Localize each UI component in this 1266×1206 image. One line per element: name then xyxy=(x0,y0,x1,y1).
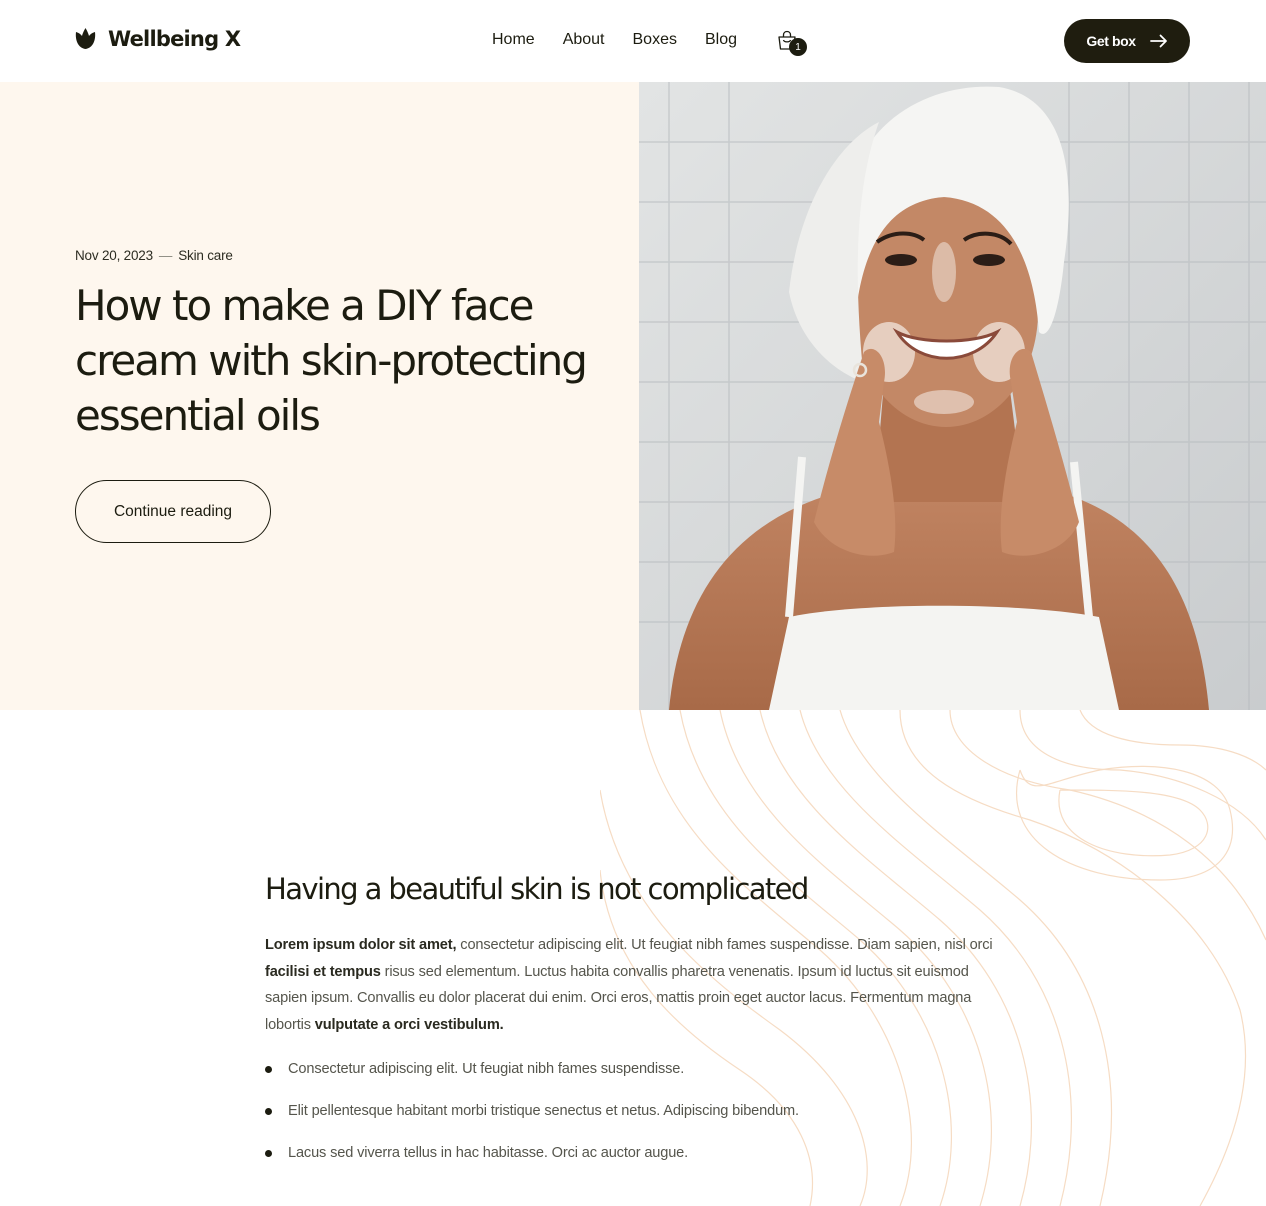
cart-count-badge: 1 xyxy=(789,38,807,56)
bullet-list: Consectetur adipiscing elit. Ut feugiat … xyxy=(265,1056,1005,1182)
nav-blog[interactable]: Blog xyxy=(705,31,737,49)
list-item: Consectetur adipiscing elit. Ut feugiat … xyxy=(265,1056,1005,1098)
brand-logo[interactable]: Wellbeing X xyxy=(75,27,241,51)
main-nav: Home About Boxes Blog xyxy=(492,31,737,49)
post-category[interactable]: Skin care xyxy=(178,248,233,263)
post-meta: Nov 20, 2023 — Skin care xyxy=(75,248,233,263)
woman-skincare-photo xyxy=(639,82,1266,710)
post-date: Nov 20, 2023 xyxy=(75,248,153,263)
paragraph-text: consectetur adipiscing elit. Ut feugiat … xyxy=(456,937,993,953)
post-title: How to make a DIY face cream with skin-p… xyxy=(75,281,588,440)
article-heading: Having a beautiful skin is not complicat… xyxy=(265,872,809,906)
nav-about[interactable]: About xyxy=(563,31,605,49)
nav-home[interactable]: Home xyxy=(492,31,535,49)
bold-text: Lorem ipsum dolor sit amet, xyxy=(265,937,457,953)
hero-photo xyxy=(639,82,1266,710)
list-item: Lacus sed viverra tellus in hac habitass… xyxy=(265,1140,1005,1182)
nav-boxes[interactable]: Boxes xyxy=(633,31,677,49)
article-body: Having a beautiful skin is not complicat… xyxy=(265,870,1005,1182)
brand-name: Wellbeing X xyxy=(108,27,241,51)
arrow-right-icon xyxy=(1149,34,1167,48)
site-header: Wellbeing X Home About Boxes Blog 1 Get … xyxy=(0,0,1266,82)
bold-text: facilisi et tempus xyxy=(265,963,381,980)
bold-text: vulputate a orci vestibulum. xyxy=(314,1016,504,1033)
get-box-button[interactable]: Get box xyxy=(1064,19,1190,63)
article-paragraph: Lorem ipsum dolor sit amet, consectetur … xyxy=(265,932,1005,1038)
cart-button[interactable]: 1 xyxy=(776,30,808,56)
tulip-logo-icon xyxy=(75,28,96,49)
get-box-label: Get box xyxy=(1086,33,1136,49)
list-item: Elit pellentesque habitant morbi tristiq… xyxy=(265,1098,1005,1140)
continue-reading-button[interactable]: Continue reading xyxy=(75,480,271,543)
meta-separator: — xyxy=(158,248,173,263)
